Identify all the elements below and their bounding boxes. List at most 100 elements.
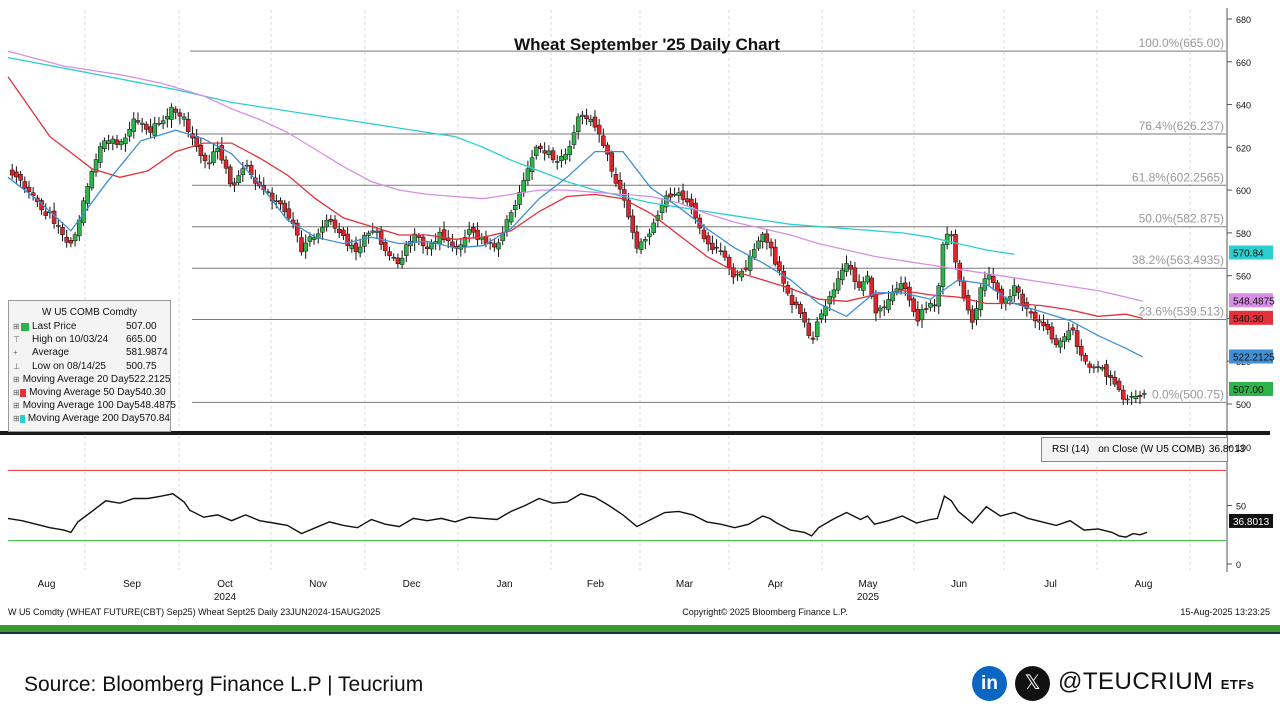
candle-body (425, 246, 430, 249)
candle-body (332, 219, 338, 229)
legend-row: ⊞ Moving Average 50 Day 540.30 (9, 386, 170, 399)
candle-body (877, 307, 883, 312)
candle-body (928, 303, 933, 308)
candle-body (525, 168, 531, 181)
legend-item-value: 540.30 (135, 387, 166, 399)
candle-body (22, 181, 28, 189)
legend-row: ⊞ Moving Average 20 Day 522.2125 (9, 373, 170, 386)
candle-body (399, 257, 405, 265)
candle-body (186, 118, 191, 132)
candle-body (362, 235, 367, 247)
candle-body (1070, 327, 1076, 331)
candle-body (336, 228, 342, 234)
candle-body (747, 256, 753, 271)
candle-body (898, 283, 904, 291)
navy-rule (0, 632, 1280, 634)
legend-swatch (21, 336, 29, 344)
legend-row: + Average 581.9874 (9, 346, 170, 359)
candle-body (852, 267, 858, 282)
candle-body (777, 261, 782, 271)
fib-level-label: 50.0%(582.875) (1139, 212, 1224, 226)
candle-body (529, 157, 535, 172)
candle-body (165, 116, 170, 120)
candle-body (932, 304, 937, 307)
legend-item-value: 581.9874 (126, 347, 168, 359)
candle-body (1053, 338, 1059, 346)
legend-swatch (19, 388, 27, 397)
candle-body (601, 135, 606, 146)
candle-body (760, 233, 765, 242)
candle-body (85, 186, 90, 204)
y-tick-label: 500 (1236, 400, 1251, 410)
candle-body (349, 245, 355, 249)
brand-name: @TEUCRIUM (1058, 668, 1214, 695)
candle-body (374, 230, 380, 233)
legend-expander-icon: + (13, 348, 18, 358)
chart-footer-left: W U5 Comdty (WHEAT FUTURE(CBT) Sep25) Wh… (8, 607, 380, 617)
candle-body (466, 229, 472, 235)
candle-body (1104, 364, 1109, 377)
candle-body (1032, 311, 1038, 322)
chart-footer-center: Copyright© 2025 Bloomberg Finance L.P. (682, 607, 848, 617)
legend-expander-icon: ⊞ (13, 374, 20, 384)
legend-swatch (19, 414, 25, 423)
candle-body (1066, 330, 1071, 340)
candle-body (1091, 366, 1097, 369)
candle-body (282, 202, 287, 213)
candle-body (915, 308, 921, 322)
candle-body (227, 166, 233, 185)
candle-body (718, 250, 723, 252)
candle-body (542, 150, 547, 154)
y-tick-label: 580 (1236, 229, 1251, 239)
legend-expander-icon: ⊤ (13, 335, 20, 345)
candle-body (118, 141, 124, 146)
legend-item-name: Moving Average 200 Day (27, 413, 140, 425)
candle-body (634, 231, 640, 249)
candle-body (810, 337, 816, 340)
rsi-value-text: 36.8013 (1233, 517, 1270, 528)
candle-body (638, 241, 644, 250)
candle-body (873, 294, 879, 314)
candle-body (949, 234, 954, 237)
candle-body (840, 269, 845, 281)
x-tick-label: May (859, 579, 878, 590)
candle-body (588, 118, 594, 122)
candle-body (1116, 380, 1122, 390)
candle-body (278, 200, 283, 205)
candle-body (613, 174, 619, 184)
candle-body (735, 273, 740, 276)
candle-body (43, 211, 48, 216)
candle-body (789, 295, 795, 305)
candle-body (1028, 311, 1034, 314)
candle-body (508, 212, 514, 223)
x-tick-label: Dec (403, 579, 421, 590)
candle-body (974, 308, 979, 320)
legend-item-value: 500.75 (126, 360, 157, 372)
candle-body (307, 236, 313, 242)
x-tick-label: Aug (38, 579, 56, 590)
linkedin-icon[interactable]: in (972, 666, 1007, 701)
x-tick-label: Nov (309, 579, 327, 590)
x-tick-label: Apr (768, 579, 784, 590)
axis-value-text: 507.00 (1233, 385, 1264, 396)
candle-body (651, 222, 656, 233)
legend-item-name: Moving Average 100 Day (22, 400, 135, 412)
candle-body (169, 106, 174, 120)
candle-body (131, 118, 137, 132)
candle-body (9, 169, 15, 176)
candle-body (965, 295, 971, 311)
legend-expander-icon: ⊞ (13, 401, 20, 411)
fib-level-label: 23.6%(539.513) (1139, 304, 1224, 318)
chart-title: Wheat September '25 Daily Chart (514, 35, 780, 54)
candle-body (148, 126, 153, 133)
x-twitter-icon[interactable]: 𝕏 (1015, 666, 1050, 701)
candle-body (953, 234, 958, 263)
y-tick-label: 560 (1236, 272, 1251, 282)
candle-body (886, 299, 891, 310)
candle-body (320, 227, 325, 233)
source-credit: Source: Bloomberg Finance L.P | Teucrium (24, 673, 424, 696)
candle-body (1037, 320, 1042, 323)
legend-expander-icon: ⊞ (13, 414, 20, 424)
candle-body (559, 156, 564, 161)
candle-body (609, 152, 614, 172)
